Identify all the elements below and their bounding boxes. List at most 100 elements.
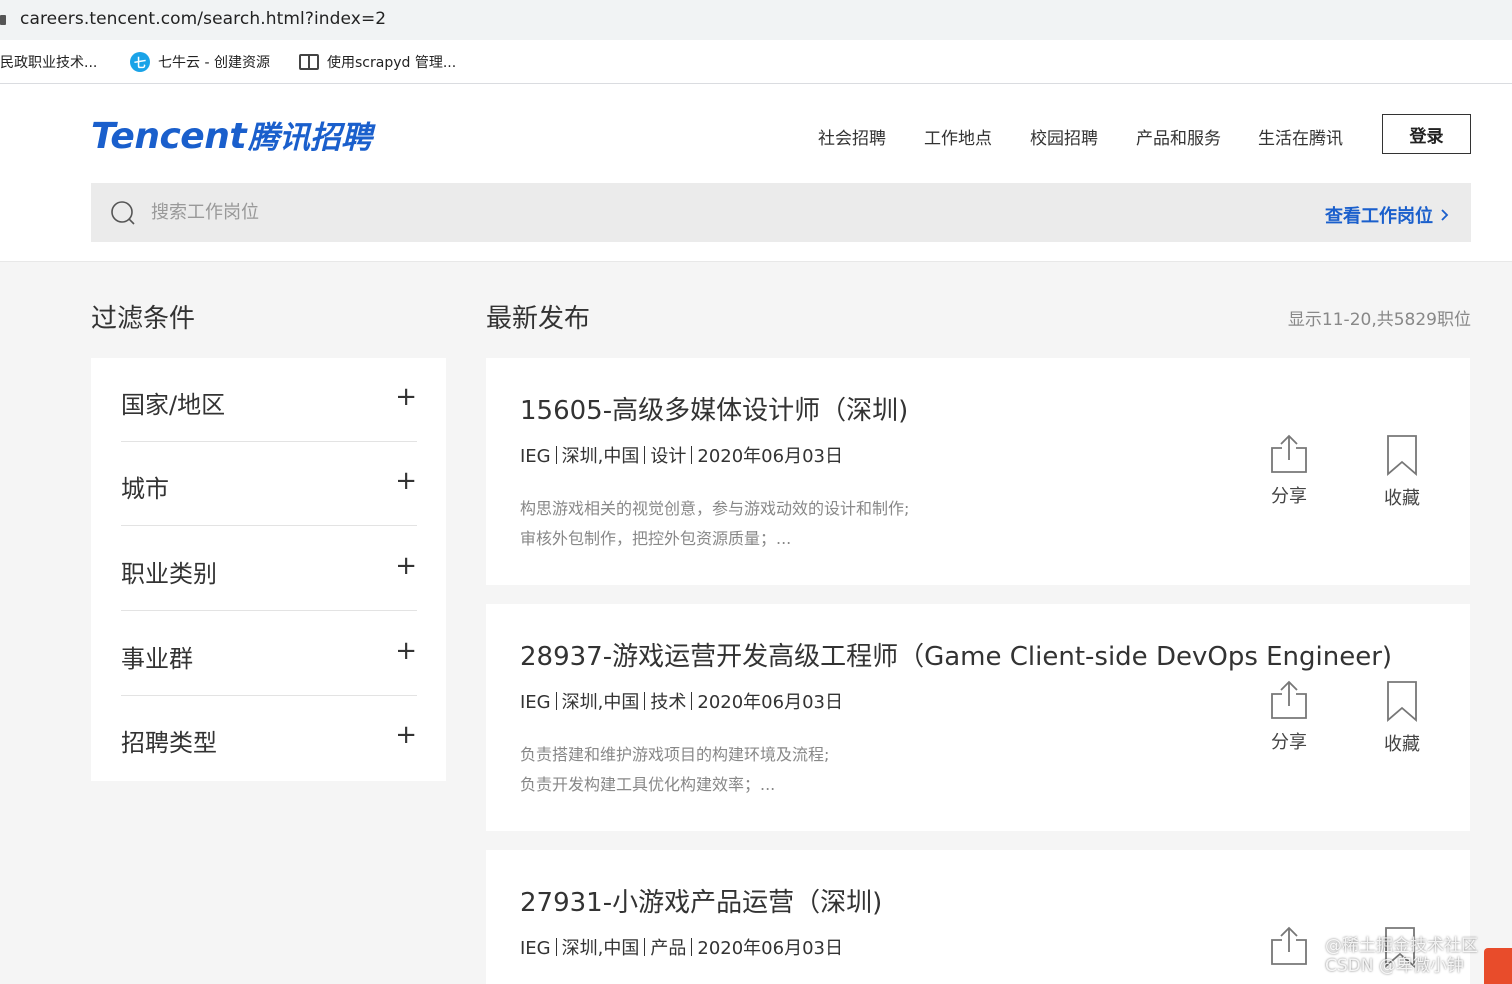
book-icon	[299, 54, 319, 70]
share-label: 分享	[1271, 732, 1307, 753]
share-button[interactable]: 分享	[1270, 680, 1308, 754]
csdn-logo-icon	[1484, 948, 1512, 984]
job-card[interactable]: 28937-游戏运营开发高级工程师（Game Client-side DevOp…	[486, 604, 1470, 831]
divider	[644, 692, 646, 710]
job-title[interactable]: 27931-小游戏产品运营（深圳)	[520, 882, 882, 919]
filter-business-group[interactable]: 事业群 +	[121, 612, 417, 696]
bookmark-label: 使用scrapyd 管理...	[327, 55, 457, 71]
bookmark-icon	[1387, 435, 1417, 476]
search-input[interactable]	[151, 183, 1251, 242]
job-desc-line: 构思游戏相关的视觉创意，参与游戏动效的设计和制作;	[520, 499, 910, 518]
job-category: 设计	[650, 446, 687, 467]
nav-life-at-tencent[interactable]: 生活在腾讯	[1258, 124, 1343, 149]
nav-campus-recruitment[interactable]: 校园招聘	[1030, 124, 1098, 149]
filter-category[interactable]: 职业类别 +	[121, 527, 417, 611]
share-label: 分享	[1271, 486, 1307, 507]
bookmark-item-2[interactable]: 七 七牛云 - 创建资源	[130, 52, 270, 72]
job-bg: IEG	[520, 938, 551, 959]
divider	[555, 446, 557, 464]
plus-icon[interactable]: +	[395, 638, 417, 664]
divider	[691, 938, 693, 956]
job-location: 深圳,中国	[561, 938, 640, 959]
share-icon	[1271, 434, 1307, 473]
results-title: 最新发布	[486, 304, 591, 334]
job-date: 2020年06月03日	[697, 446, 843, 467]
job-desc-line: 负责开发构建工具优化构建效率；...	[520, 775, 776, 794]
job-location: 深圳,中国	[561, 692, 640, 713]
address-bar[interactable]: careers.tencent.com/search.html?index=2	[0, 0, 1512, 40]
filter-label: 城市	[121, 475, 169, 503]
filter-city[interactable]: 城市 +	[121, 442, 417, 526]
divider	[691, 692, 693, 710]
lock-icon	[0, 15, 6, 25]
plus-icon[interactable]: +	[395, 384, 417, 410]
bookmark-label: 民政职业技术...	[0, 55, 98, 71]
favorite-button[interactable]: 收藏	[1384, 434, 1420, 510]
chevron-right-icon	[1441, 209, 1449, 221]
job-card[interactable]: 15605-高级多媒体设计师（深圳) IEG 深圳,中国 设计 2020年06月03日…	[486, 358, 1470, 585]
job-meta: IEG 深圳,中国 技术 2020年06月03日	[520, 688, 843, 714]
job-desc-line: 负责搭建和维护游戏项目的构建环境及流程;	[520, 745, 830, 764]
login-button[interactable]: 登录	[1382, 114, 1471, 154]
watermark: @稀土掘金技术社区 CSDN @卑微小钟	[1325, 936, 1478, 976]
filter-recruitment-type[interactable]: 招聘类型 +	[121, 696, 417, 780]
filter-label: 国家/地区	[121, 391, 226, 419]
filter-title: 过滤条件	[91, 304, 196, 334]
share-button[interactable]: 分享	[1270, 434, 1308, 508]
search-bar: 查看工作岗位	[91, 183, 1471, 242]
filter-label: 招聘类型	[121, 729, 217, 757]
divider	[555, 938, 557, 956]
favorite-label: 收藏	[1384, 734, 1420, 755]
job-category: 产品	[650, 938, 687, 959]
job-date: 2020年06月03日	[697, 938, 843, 959]
job-meta: IEG 深圳,中国 设计 2020年06月03日	[520, 442, 843, 468]
job-description: 负责搭建和维护游戏项目的构建环境及流程; 负责开发构建工具优化构建效率；...	[520, 740, 829, 800]
job-category: 技术	[650, 692, 687, 713]
filter-label: 职业类别	[121, 560, 217, 588]
watermark-line: @稀土掘金技术社区	[1325, 936, 1478, 956]
job-date: 2020年06月03日	[697, 692, 843, 713]
favorite-label: 收藏	[1384, 488, 1420, 509]
share-icon	[1271, 680, 1307, 719]
view-jobs-label: 查看工作岗位	[1325, 206, 1433, 227]
divider	[644, 446, 646, 464]
favorite-button[interactable]: 收藏	[1384, 680, 1420, 756]
qiniu-icon: 七	[130, 52, 150, 72]
share-icon	[1271, 926, 1307, 965]
filter-country[interactable]: 国家/地区 +	[121, 358, 417, 442]
divider	[555, 692, 557, 710]
divider	[644, 938, 646, 956]
nav-work-locations[interactable]: 工作地点	[924, 124, 992, 149]
nav-social-recruitment[interactable]: 社会招聘	[818, 124, 886, 149]
job-title[interactable]: 15605-高级多媒体设计师（深圳)	[520, 390, 908, 427]
job-card[interactable]: 27931-小游戏产品运营（深圳) IEG 深圳,中国 产品 2020年06月03日	[486, 850, 1470, 984]
bookmark-item-3[interactable]: 使用scrapyd 管理...	[299, 52, 456, 72]
bookmark-icon	[1387, 681, 1417, 722]
job-desc-line: 审核外包制作，把控外包资源质量；...	[520, 529, 792, 548]
logo-en: Tencent	[91, 116, 247, 157]
job-title[interactable]: 28937-游戏运营开发高级工程师（Game Client-side DevOp…	[520, 636, 1392, 673]
bookmark-label: 七牛云 - 创建资源	[158, 55, 270, 71]
filter-label: 事业群	[121, 645, 193, 673]
tencent-logo[interactable]: Tencent 腾讯招聘	[91, 112, 372, 157]
logo-cn: 腾讯招聘	[248, 120, 373, 156]
job-description: 构思游戏相关的视觉创意，参与游戏动效的设计和制作; 审核外包制作，把控外包资源质…	[520, 494, 909, 554]
plus-icon[interactable]: +	[395, 468, 417, 494]
bookmark-item-1[interactable]: 民政职业技术...	[0, 52, 97, 72]
plus-icon[interactable]: +	[395, 722, 417, 748]
nav-products-services[interactable]: 产品和服务	[1136, 124, 1221, 149]
view-jobs-link[interactable]: 查看工作岗位	[1325, 202, 1449, 228]
job-location: 深圳,中国	[561, 446, 640, 467]
job-bg: IEG	[520, 446, 551, 467]
search-icon	[111, 201, 135, 225]
bookmarks-bar: 民政职业技术... 七 七牛云 - 创建资源 使用scrapyd 管理...	[0, 40, 1512, 84]
share-button[interactable]	[1270, 926, 1308, 966]
results-count: 显示11-20,共5829职位	[1287, 310, 1471, 330]
job-meta: IEG 深圳,中国 产品 2020年06月03日	[520, 934, 843, 960]
watermark-line: CSDN @卑微小钟	[1325, 956, 1464, 976]
plus-icon[interactable]: +	[395, 553, 417, 579]
filter-panel: 国家/地区 + 城市 + 职业类别 + 事业群 + 招聘类型 +	[91, 358, 446, 781]
url-text[interactable]: careers.tencent.com/search.html?index=2	[20, 9, 386, 29]
site-header: Tencent 腾讯招聘 社会招聘 工作地点 校园招聘 产品和服务 生活在腾讯 …	[0, 84, 1512, 262]
divider	[691, 446, 693, 464]
